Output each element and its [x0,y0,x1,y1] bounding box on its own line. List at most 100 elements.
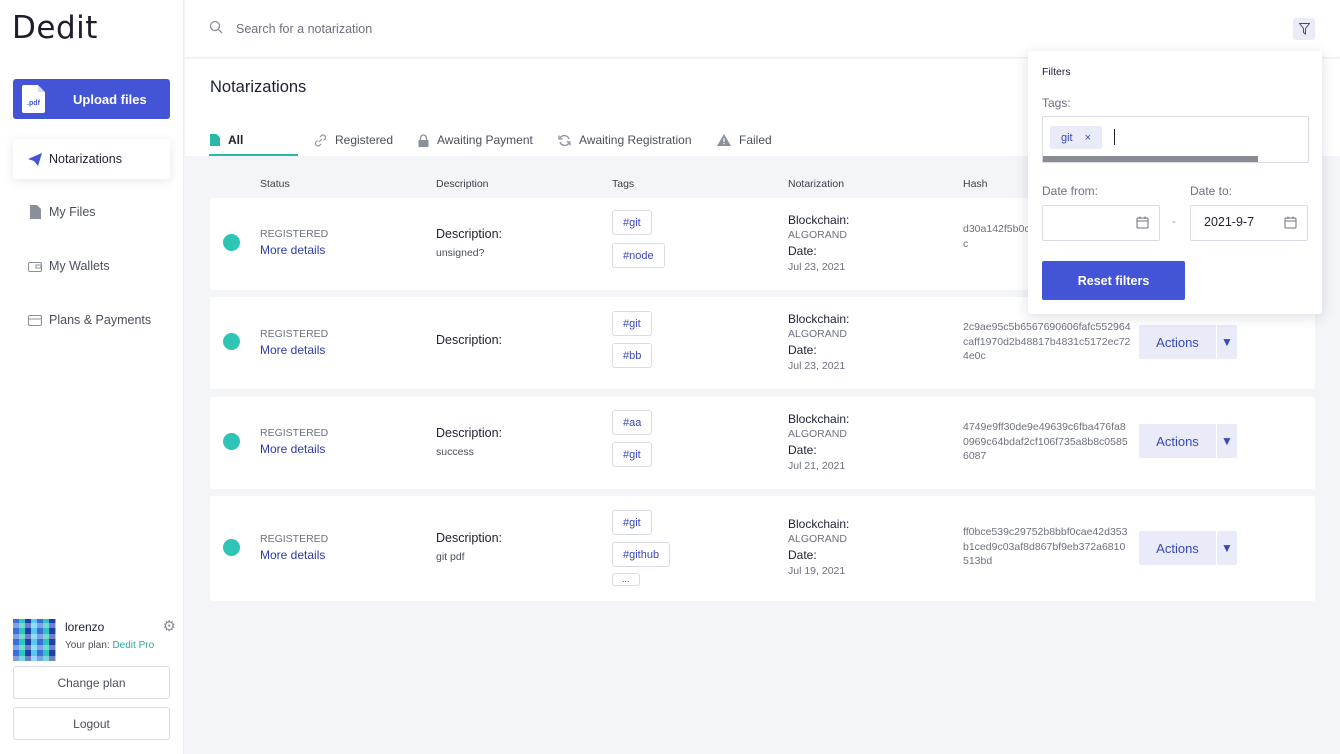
actions-dropdown[interactable]: Actions ▼ [1139,424,1237,458]
credit-card-icon [27,313,43,327]
blockchain-label: Blockchain: [788,412,850,426]
date-to-field[interactable] [1190,205,1308,241]
page-title: Notarizations [210,78,307,96]
date-value: Jul 23, 2021 [788,360,846,372]
calendar-icon[interactable] [1136,216,1150,230]
hash-value: 2c9ae95c5b6567690606fafc552964caff1970d2… [963,321,1131,362]
blockchain-label: Blockchain: [788,213,850,227]
tag-chip[interactable]: #node [612,243,665,268]
search-input[interactable] [236,18,636,40]
plan-prefix: Your plan: [65,640,113,651]
caret-down-icon[interactable]: ▼ [1216,531,1237,565]
date-from-label: Date from: [1042,184,1099,198]
sidebar-item-my-wallets[interactable]: My Wallets [13,246,170,286]
sidebar-item-notarizations[interactable]: Notarizations [13,139,170,179]
more-details-link[interactable]: More details [260,243,325,257]
text-cursor [1114,129,1115,145]
sidebar-item-label: Plans & Payments [49,313,152,327]
actions-button[interactable]: Actions [1139,335,1216,350]
document-icon [210,134,220,146]
filter-icon[interactable] [1293,18,1315,40]
tags-input[interactable]: git × [1042,116,1309,163]
actions-button[interactable]: Actions [1139,541,1216,556]
refresh-icon [558,134,571,147]
plan-name: Dedit Pro [112,640,155,651]
upload-files-button[interactable]: .pdf Upload files [13,79,170,119]
tab-awaiting-payment[interactable]: Awaiting Payment [418,125,533,155]
tab-label: Failed [739,133,772,147]
date-to-input[interactable] [1204,215,1274,229]
blockchain-label: Blockchain: [788,312,850,326]
caret-down-icon[interactable]: ▼ [1216,325,1237,359]
sidebar-item-label: My Files [49,205,96,219]
description-value: unsigned? [436,247,485,259]
filters-panel: Filters Tags: git × Date from: Date to: … [1028,51,1322,314]
description-label: Description: [436,333,502,347]
more-tags-button[interactable]: ... [612,573,640,586]
tab-failed[interactable]: Failed [717,125,772,155]
sidebar-item-my-files[interactable]: My Files [13,192,170,232]
status-text: REGISTERED [260,533,329,545]
sidebar-item-label: Notarizations [49,152,122,166]
tag-chip: git × [1050,126,1103,149]
table-row: REGISTERED More details Description: suc… [210,397,1315,489]
tag-chip-label: git [1061,131,1073,144]
actions-button[interactable]: Actions [1139,434,1216,449]
avatar[interactable] [13,619,56,661]
calendar-icon[interactable] [1284,216,1298,230]
date-separator: - [1172,216,1176,228]
more-details-link[interactable]: More details [260,442,325,456]
tab-label: Registered [335,133,394,147]
tag-chip[interactable]: #git [612,510,652,535]
user-plan: Your plan: Dedit Pro [65,640,154,651]
tab-all[interactable]: All [210,125,243,155]
description-value: git pdf [436,551,465,563]
date-label: Date: [788,548,817,562]
change-plan-button[interactable]: Change plan [13,666,170,699]
hash-value: 4749e9ff30de9e49639c6fba476fa80969c64bda… [963,421,1128,462]
column-header-status: Status [260,178,290,190]
upload-files-label: Upload files [73,91,147,107]
date-from-input[interactable] [1056,215,1126,229]
tab-label: Awaiting Payment [437,133,533,147]
tab-registered[interactable]: Registered [314,125,393,155]
wallet-icon [27,259,43,273]
more-details-link[interactable]: More details [260,343,325,357]
search-icon [209,20,225,36]
tag-chip[interactable]: #git [612,442,652,467]
date-label: Date: [788,244,817,258]
tag-chip[interactable]: #git [612,210,652,235]
reset-filters-button[interactable]: Reset filters [1042,261,1185,300]
actions-dropdown[interactable]: Actions ▼ [1139,531,1237,565]
hash-value: ff0bce539c29752b8bbf0cae42d353b1ced9c03a… [963,526,1128,567]
gear-icon[interactable]: ⚙ [163,617,176,635]
sidebar-item-plans-payments[interactable]: Plans & Payments [13,300,170,340]
status-dot [223,433,240,450]
user-name: lorenzo [65,620,105,634]
tag-chip[interactable]: #bb [612,343,653,368]
column-header-notarization: Notarization [788,178,845,190]
lock-icon [418,133,429,147]
status-dot [223,333,240,350]
logout-button[interactable]: Logout [13,707,170,740]
tag-chip[interactable]: #github [612,542,671,567]
app-logo[interactable]: Dedit [12,10,98,46]
close-icon[interactable]: × [1085,132,1091,144]
more-details-link[interactable]: More details [260,548,325,562]
blockchain-value: ALGORAND [788,428,847,440]
caret-down-icon[interactable]: ▼ [1216,424,1237,458]
tag-chip[interactable]: #git [612,311,652,336]
actions-dropdown[interactable]: Actions ▼ [1139,325,1237,359]
status-dot [223,234,240,251]
date-to-label: Date to: [1190,184,1233,198]
scrollbar[interactable] [1043,156,1258,162]
filters-title: Filters [1042,66,1071,78]
tag-chip[interactable]: #aa [612,410,653,435]
tab-awaiting-registration[interactable]: Awaiting Registration [558,125,692,155]
tab-label: Awaiting Registration [579,133,692,147]
top-bar [185,0,1340,58]
pdf-file-icon: .pdf [22,85,45,113]
date-from-field[interactable] [1042,205,1160,241]
blockchain-value: ALGORAND [788,229,847,241]
date-value: Jul 21, 2021 [788,460,846,472]
